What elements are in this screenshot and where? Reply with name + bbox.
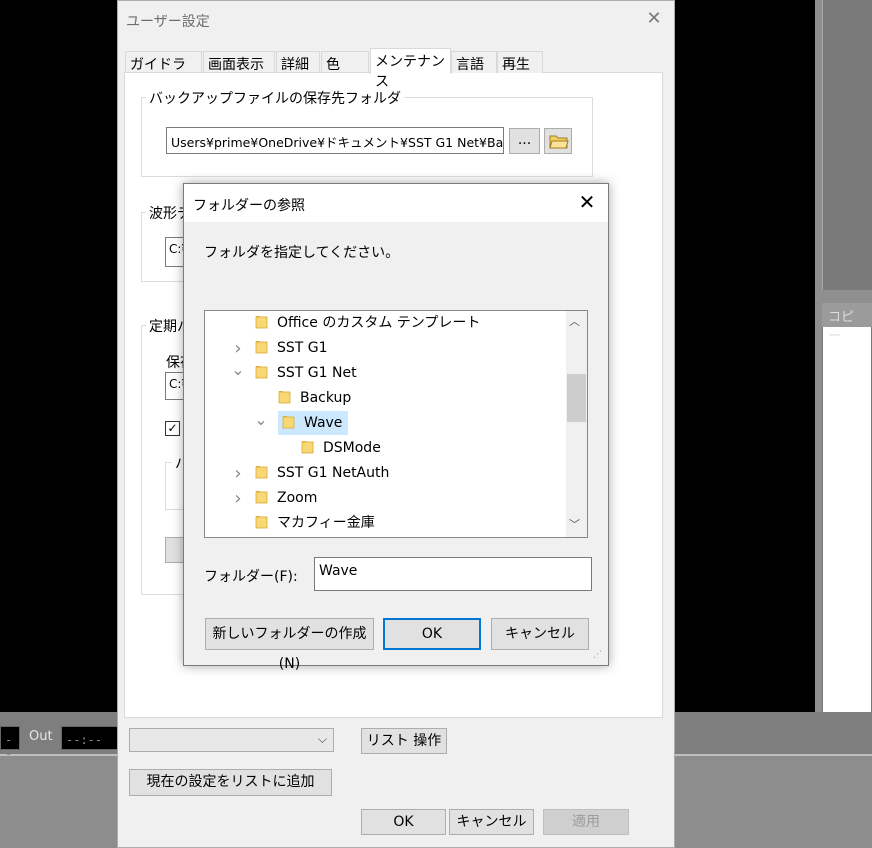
folder-icon [282,415,296,429]
browse-cancel-button[interactable]: キャンセル [491,618,589,650]
close-icon[interactable]: ✕ [644,8,664,29]
open-folder-button[interactable] [544,128,572,154]
tree-item[interactable]: › SST G1 [205,336,565,361]
settings-cancel-button[interactable]: キャンセル [449,809,534,835]
tree-item[interactable]: ⌄ Wave [205,411,565,436]
tree-item-content: Backup [278,390,351,406]
backup-path-field[interactable]: Users¥prime¥OneDrive¥ドキュメント¥SST G1 Net¥B… [166,127,504,154]
side-panel-upper [822,0,872,290]
tree-item[interactable]: › Zoom [205,486,565,511]
tab-guideline[interactable]: ガイドライン [125,51,202,93]
timecode-out-field[interactable]: --:-- [61,726,118,750]
tree-item-label: Office のカスタム テンプレート [277,315,481,331]
tree-item-content: Wave [278,411,349,435]
folder-icon [255,515,269,529]
tree-item[interactable]: › SST G1 NetAuth [205,461,565,486]
chevron-right-icon[interactable]: › [231,336,245,361]
folder-name-field[interactable]: Wave [314,557,592,591]
tree-item-label: Zoom [277,490,318,506]
instruction-text: フォルダを指定してください。 [204,245,400,261]
tab-language[interactable]: 言語 [451,51,497,73]
tab-details[interactable]: 詳細 [276,51,320,73]
folder-label: フォルダー(F): [204,569,298,585]
tree-item-label: SST G1 [277,340,328,356]
tree-item[interactable]: DSMode [205,436,565,461]
tree-item-label: マカフィー金庫 [277,515,375,531]
tree-item-content: SST G1 [255,340,328,356]
tree-item[interactable]: Backup [205,386,565,411]
copy-panel-header: コピー [822,303,872,344]
tree-item[interactable]: Office のカスタム テンプレート [205,311,565,336]
browse-dialog-title: フォルダーの参照 [193,198,305,214]
preset-dropdown[interactable]: ⌵ [129,728,334,752]
folder-icon [255,340,269,354]
video-preview-right [675,0,815,712]
folder-icon [255,490,269,504]
open-folder-icon [549,132,569,154]
tree-item-content: DSMode [301,440,381,456]
chevron-right-icon[interactable]: › [231,461,245,486]
backup-group-label: バックアップファイルの保存先フォルダ [146,88,404,108]
chevron-down-icon: ⌵ [317,732,327,746]
chevron-down-icon[interactable]: ⌄ [231,361,245,379]
tree-item-label: SST G1 Net [277,365,357,381]
chevron-right-icon[interactable]: › [231,486,245,511]
out-label: Out [29,729,53,744]
tree-item-content: Office のカスタム テンプレート [255,315,480,331]
tree-item-content: SST G1 NetAuth [255,465,389,481]
folder-icon [278,390,292,404]
new-folder-button[interactable]: 新しいフォルダーの作成(N) [205,618,374,672]
list-ops-button[interactable]: リスト 操作 [361,728,447,754]
tree-item-content: Zoom [255,490,317,506]
scroll-thumb[interactable] [567,374,586,422]
folder-icon [255,365,269,379]
tab-display[interactable]: 画面表示 [203,51,275,73]
chevron-down-icon[interactable]: ⌄ [254,411,268,429]
tab-maintenance[interactable]: メンテナンス [370,48,451,90]
tree-scrollbar[interactable] [566,311,587,537]
tree-item-content: SST G1 Net [255,365,357,381]
tree-item-label: Wave [304,415,343,431]
timecode-in-field[interactable]: -- [0,726,20,761]
copy-panel [822,303,872,713]
tree-item-label: Backup [300,390,352,406]
video-preview-left [0,0,118,712]
tab-playback[interactable]: 再生 [497,51,543,73]
scroll-down-icon[interactable]: ﹀ [569,516,580,532]
close-icon[interactable]: ✕ [577,190,597,214]
folder-icon [255,465,269,479]
scroll-up-icon[interactable]: ︿ [569,313,580,329]
tree-item-content: マカフィー金庫 [255,515,375,531]
tree-item-label: DSMode [323,440,381,456]
folder-tree[interactable]: Office のカスタム テンプレート › SST G1 ⌄ SST G1 Net Bac… [204,310,588,538]
tree-item-label: SST G1 NetAuth [277,465,390,481]
resize-grip-icon[interactable]: ⋰ [593,650,605,662]
add-to-list-button[interactable]: 現在の設定をリストに追加 [129,769,332,796]
tree-item[interactable]: ⌄ SST G1 Net [205,361,565,386]
tree-item[interactable]: マカフィー金庫 [205,511,565,536]
periodic-checkbox[interactable]: ✓ [165,421,180,436]
browse-ok-button[interactable]: OK [383,618,481,650]
dialog-title: ユーザー設定 [126,14,210,30]
tab-color[interactable]: 色 [321,51,369,73]
browse-button[interactable]: ... [509,128,540,154]
folder-icon [255,315,269,329]
apply-button[interactable]: 適用 [543,809,629,835]
settings-ok-button[interactable]: OK [361,809,446,835]
folder-icon [301,440,315,454]
